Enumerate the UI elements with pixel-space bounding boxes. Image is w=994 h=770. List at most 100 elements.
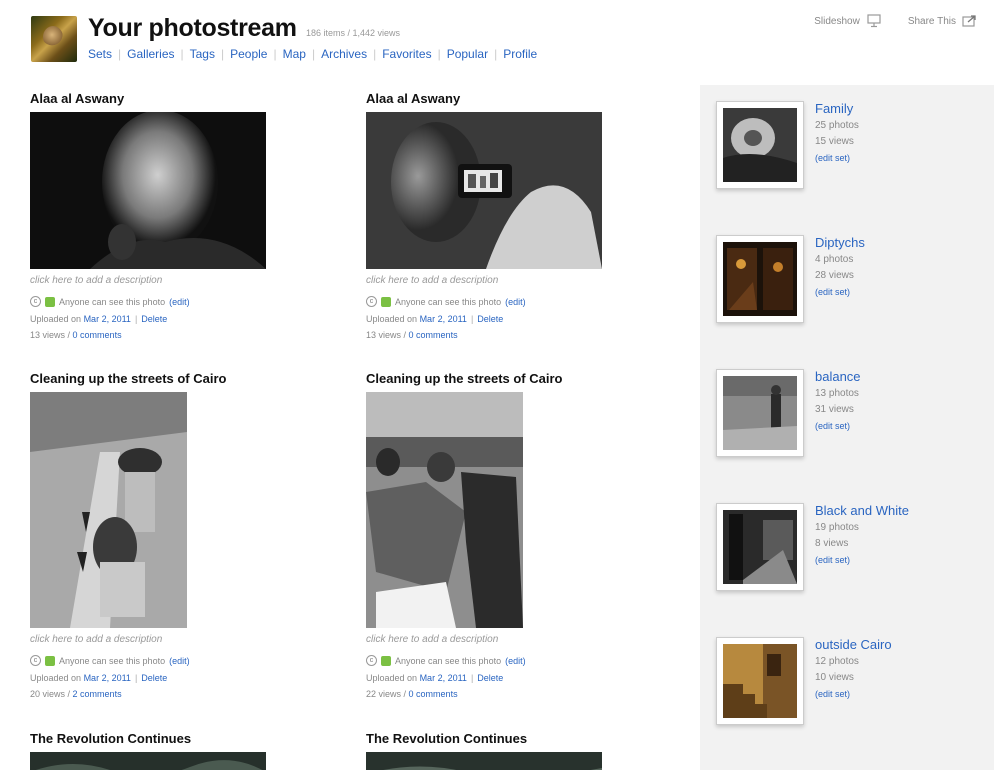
set-name-link[interactable]: Family	[815, 101, 859, 117]
subnav-sets[interactable]: Sets	[88, 47, 112, 61]
privacy-text: Anyone can see this photo	[59, 656, 165, 666]
photo-description[interactable]: click here to add a description	[366, 634, 666, 645]
delete-link[interactable]: Delete	[141, 314, 167, 324]
set-item: balance 13 photos 31 views (edit set)	[716, 369, 986, 469]
photo-item: Cleaning up the streets of Cairo click h…	[30, 371, 330, 699]
photo-privacy: c Anyone can see this photo (edit)	[366, 296, 666, 307]
monitor-icon[interactable]	[866, 14, 882, 28]
edit-set-link[interactable]: (edit set)	[815, 150, 859, 166]
delete-link[interactable]: Delete	[477, 314, 503, 324]
set-view-count: 15 views	[815, 134, 859, 150]
set-view-count: 10 views	[815, 670, 892, 686]
photo-image[interactable]	[30, 752, 266, 770]
set-info: Family 25 photos 15 views (edit set)	[815, 101, 859, 166]
creative-commons-icon[interactable]: c	[30, 655, 41, 666]
photo-description[interactable]: click here to add a description	[30, 634, 330, 645]
subnav-people[interactable]: People	[230, 47, 267, 61]
set-info: outside Cairo 12 photos 10 views (edit s…	[815, 637, 892, 702]
comments-link[interactable]: 0 comments	[73, 330, 122, 340]
views-comments: 13 views / 0 comments	[30, 330, 330, 340]
photo-title[interactable]: The Revolution Continues	[366, 731, 666, 746]
photo-item: Cleaning up the streets of Cairo click h…	[366, 371, 666, 699]
set-name-link[interactable]: Diptychs	[815, 235, 865, 251]
photo-image[interactable]	[30, 112, 266, 269]
privacy-edit-link[interactable]: (edit)	[505, 656, 526, 666]
creative-commons-icon[interactable]: c	[366, 655, 377, 666]
photo-image[interactable]	[30, 392, 187, 628]
photo-item: The Revolution Continues	[30, 731, 330, 770]
photo-title[interactable]: Cleaning up the streets of Cairo	[366, 371, 666, 386]
set-photo-count: 4 photos	[815, 252, 865, 268]
set-name-link[interactable]: balance	[815, 369, 861, 385]
upload-date-link[interactable]: Mar 2, 2011	[420, 673, 467, 683]
edit-set-link[interactable]: (edit set)	[815, 686, 892, 702]
edit-set-link[interactable]: (edit set)	[815, 552, 909, 568]
privacy-edit-link[interactable]: (edit)	[169, 297, 190, 307]
set-info: Diptychs 4 photos 28 views (edit set)	[815, 235, 865, 300]
edit-set-link[interactable]: (edit set)	[815, 418, 861, 434]
photo-description[interactable]: click here to add a description	[366, 275, 666, 286]
set-view-count: 28 views	[815, 268, 865, 284]
set-thumbnail[interactable]	[716, 101, 804, 189]
public-privacy-icon	[381, 656, 391, 666]
set-thumbnail[interactable]	[716, 637, 804, 725]
photo-description[interactable]: click here to add a description	[30, 275, 330, 286]
creative-commons-icon[interactable]: c	[366, 296, 377, 307]
subnav-tags[interactable]: Tags	[190, 47, 215, 61]
upload-date-link[interactable]: Mar 2, 2011	[84, 314, 131, 324]
set-item: Black and White 19 photos 8 views (edit …	[716, 503, 986, 603]
photo-privacy: c Anyone can see this photo (edit)	[366, 655, 666, 666]
creative-commons-icon[interactable]: c	[30, 296, 41, 307]
edit-set-link[interactable]: (edit set)	[815, 284, 865, 300]
set-info: balance 13 photos 31 views (edit set)	[815, 369, 861, 434]
photo-title[interactable]: Cleaning up the streets of Cairo	[30, 371, 330, 386]
set-item: outside Cairo 12 photos 10 views (edit s…	[716, 637, 986, 737]
subnav-profile[interactable]: Profile	[503, 47, 537, 61]
delete-link[interactable]: Delete	[477, 673, 503, 683]
comments-link[interactable]: 2 comments	[73, 689, 122, 699]
photo-item: Alaa al Aswany click here to add a descr…	[366, 91, 666, 340]
photo-image[interactable]	[366, 392, 523, 628]
photo-image[interactable]	[366, 112, 602, 269]
upload-date-link[interactable]: Mar 2, 2011	[84, 673, 131, 683]
privacy-edit-link[interactable]: (edit)	[505, 297, 526, 307]
upload-info: Uploaded on Mar 2, 2011|Delete	[366, 673, 666, 683]
privacy-edit-link[interactable]: (edit)	[169, 656, 190, 666]
comments-link[interactable]: 0 comments	[409, 330, 458, 340]
subnav-favorites[interactable]: Favorites	[382, 47, 431, 61]
share-icon[interactable]	[962, 14, 978, 28]
upload-date-link[interactable]: Mar 2, 2011	[420, 314, 467, 324]
photo-privacy: c Anyone can see this photo (edit)	[30, 655, 330, 666]
delete-link[interactable]: Delete	[141, 673, 167, 683]
views-comments: 13 views / 0 comments	[366, 330, 666, 340]
comments-link[interactable]: 0 comments	[409, 689, 458, 699]
photo-title[interactable]: Alaa al Aswany	[30, 91, 330, 106]
set-item: Diptychs 4 photos 28 views (edit set)	[716, 235, 986, 335]
photostream-subnav: Sets| Galleries| Tags| People| Map| Arch…	[88, 47, 537, 61]
set-thumbnail[interactable]	[716, 369, 804, 457]
set-name-link[interactable]: Black and White	[815, 503, 909, 519]
set-photo-count: 25 photos	[815, 118, 859, 134]
photo-item: The Revolution Continues	[366, 731, 666, 770]
set-view-count: 31 views	[815, 402, 861, 418]
page-title: Your photostream	[88, 14, 297, 43]
sets-sidebar: Family 25 photos 15 views (edit set) Dip…	[700, 85, 994, 770]
set-thumbnail[interactable]	[716, 503, 804, 591]
privacy-text: Anyone can see this photo	[395, 656, 501, 666]
subnav-archives[interactable]: Archives	[321, 47, 367, 61]
share-this-button[interactable]: Share This	[908, 16, 956, 27]
subnav-map[interactable]: Map	[283, 47, 306, 61]
avatar[interactable]	[31, 16, 77, 62]
subnav-popular[interactable]: Popular	[447, 47, 488, 61]
photo-image[interactable]	[366, 752, 602, 770]
photo-title[interactable]: Alaa al Aswany	[366, 91, 666, 106]
slideshow-button[interactable]: Slideshow	[814, 16, 860, 27]
public-privacy-icon	[381, 297, 391, 307]
set-name-link[interactable]: outside Cairo	[815, 637, 892, 653]
upload-info: Uploaded on Mar 2, 2011|Delete	[30, 314, 330, 324]
subnav-galleries[interactable]: Galleries	[127, 47, 174, 61]
set-thumbnail[interactable]	[716, 235, 804, 323]
top-actions: Slideshow Share This	[814, 14, 978, 28]
photo-title[interactable]: The Revolution Continues	[30, 731, 330, 746]
upload-info: Uploaded on Mar 2, 2011|Delete	[366, 314, 666, 324]
